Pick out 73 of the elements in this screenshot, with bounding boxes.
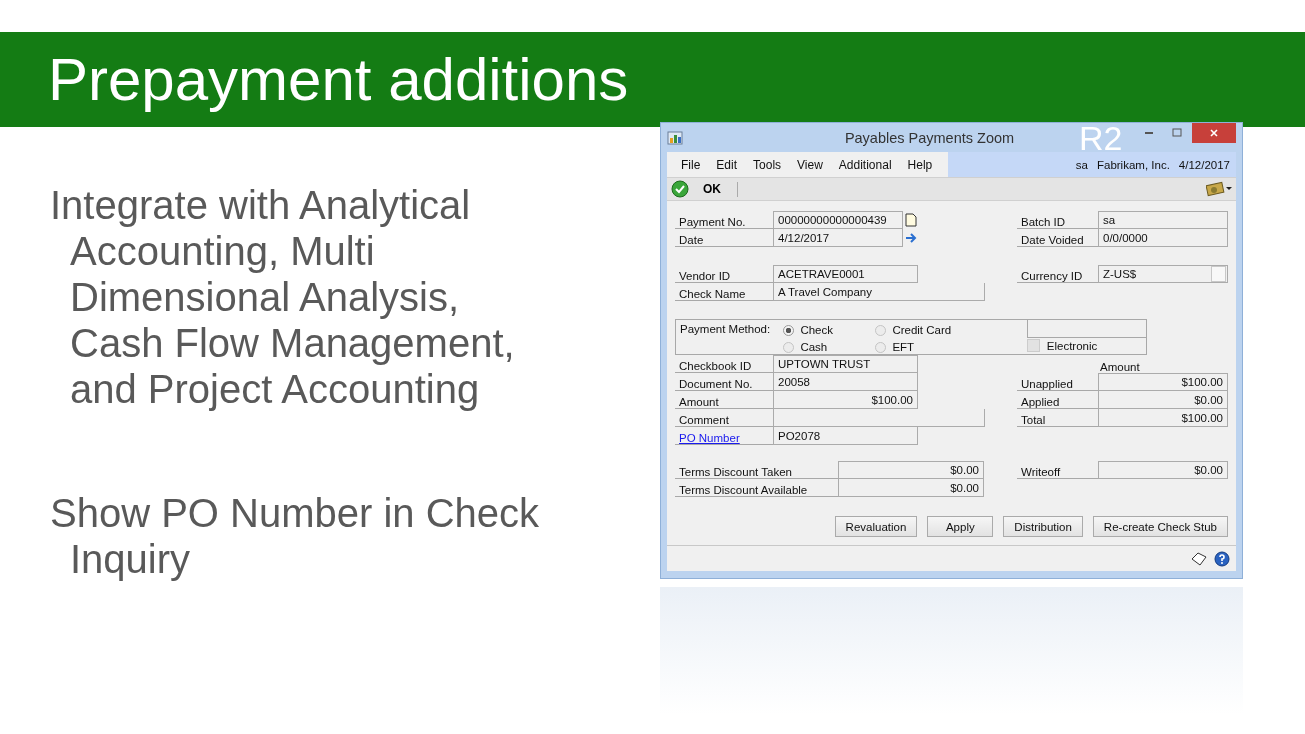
input-field[interactable]: ACETRAVE0001: [773, 265, 918, 283]
slide-title: Prepayment additions: [48, 49, 629, 110]
maximize-icon: [1172, 128, 1182, 138]
radio-option[interactable]: Cash: [783, 340, 876, 354]
input-field[interactable]: 0/0/0000: [1098, 229, 1228, 247]
field-label: Checkbook ID: [679, 360, 752, 372]
action-button[interactable]: Apply: [927, 516, 994, 537]
field-label: Document No.: [679, 378, 753, 390]
input-field[interactable]: A Travel Company: [773, 283, 985, 301]
field-label: Amount: [679, 396, 719, 408]
input-field[interactable]: 20058: [773, 373, 918, 391]
input-field[interactable]: sa: [1098, 211, 1228, 229]
column-header: Amount: [1100, 361, 1140, 373]
checkmark-icon: [671, 180, 689, 198]
input-field[interactable]: $0.00: [838, 479, 984, 497]
action-button[interactable]: Revaluation: [834, 516, 918, 537]
menu-item[interactable]: Tools: [745, 157, 790, 172]
field-label: Date: [679, 234, 704, 246]
menu-item[interactable]: Edit: [708, 157, 746, 172]
input-field[interactable]: $0.00: [1098, 461, 1228, 479]
radio-option[interactable]: Credit Card: [875, 323, 968, 337]
field-label: Comment: [679, 414, 729, 426]
field-label: Terms Discount Available: [679, 484, 808, 496]
po-number-link[interactable]: PO Number: [679, 432, 740, 444]
user-date: 4/12/2017: [1178, 158, 1230, 171]
user-name: sa: [1075, 158, 1088, 171]
field-label: Payment No.: [679, 216, 746, 228]
radio-option[interactable]: EFT: [875, 340, 968, 354]
note-icon[interactable]: [1190, 550, 1208, 567]
input-field[interactable]: 00000000000000439: [773, 211, 903, 229]
field-label: Writeoff: [1021, 466, 1061, 478]
app-icon: [667, 129, 683, 146]
field-label: Check Name: [679, 288, 746, 300]
input-field[interactable]: $100.00: [1098, 373, 1228, 391]
input-field[interactable]: $0.00: [838, 461, 984, 479]
input-field[interactable]: 4/12/2017: [773, 229, 903, 247]
input-field[interactable]: UPTOWN TRUST: [773, 355, 918, 373]
field-label: Applied: [1021, 396, 1060, 408]
radio-option[interactable]: Check: [783, 323, 876, 337]
money-icon: [1206, 181, 1232, 197]
bullet-text: Integrate with Analytical Accounting, Multi Dimensional Analysis, Cash Flow Management, and Project Accounting: [50, 182, 516, 412]
company-name: Fabrikam, Inc.: [1096, 158, 1170, 171]
note-icon[interactable]: [903, 211, 918, 229]
field-label: Total: [1021, 414, 1046, 426]
close-button[interactable]: [1192, 123, 1236, 143]
window-title: Payables Payments Zoom: [843, 129, 1015, 146]
money-menu-button[interactable]: [1206, 181, 1232, 197]
bullet-text: Show PO Number in Check Inquiry: [50, 490, 541, 582]
input-field[interactable]: $100.00: [1098, 409, 1228, 427]
input-field[interactable]: $100.00: [773, 391, 918, 409]
input-field[interactable]: Z-US$: [1098, 265, 1228, 283]
menu-item[interactable]: Additional: [830, 157, 900, 172]
menu-item[interactable]: View: [789, 157, 831, 172]
menu-item[interactable]: Help: [899, 157, 941, 172]
field-label: Currency ID: [1021, 270, 1083, 282]
input-field[interactable]: $0.00: [1098, 391, 1228, 409]
input-field[interactable]: [1026, 320, 1146, 338]
action-button[interactable]: Re-create Check Stub: [1092, 516, 1228, 537]
field-label: Unapplied: [1021, 378, 1073, 390]
action-button[interactable]: Distribution: [1003, 516, 1083, 537]
field-label: Terms Discount Taken: [679, 466, 792, 478]
overlay-label: R2: [1079, 121, 1123, 155]
help-icon[interactable]: [1214, 550, 1230, 567]
menu-item[interactable]: File: [673, 157, 709, 172]
field-label: Date Voided: [1021, 234, 1084, 246]
input-field[interactable]: [773, 409, 985, 427]
field-label: Vendor ID: [679, 270, 731, 282]
ok-button[interactable]: OK: [671, 180, 729, 198]
minimize-icon: [1145, 132, 1153, 134]
input-field[interactable]: PO2078: [773, 427, 918, 445]
field-label: Payment Method:: [680, 323, 771, 335]
field-label: Batch ID: [1021, 216, 1066, 228]
close-icon: [1209, 128, 1219, 138]
